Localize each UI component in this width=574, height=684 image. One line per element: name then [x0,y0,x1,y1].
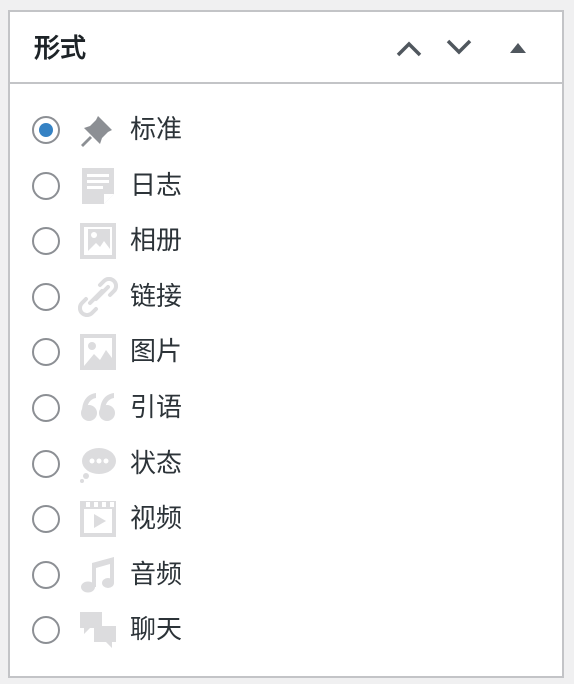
handle-actions [384,28,548,68]
radio-button[interactable] [32,505,60,534]
metabox-title: 形式 [34,34,87,64]
link-icon [78,276,118,317]
radio-button-checked[interactable] [32,116,60,144]
radio-button[interactable] [32,338,60,367]
format-label[interactable]: 标准 [130,110,182,150]
radio-button[interactable] [32,560,60,589]
format-option[interactable]: 相册 [32,221,182,261]
gallery-icon [78,221,118,261]
move-down-button[interactable] [434,28,484,68]
radio-button[interactable] [32,394,60,422]
radio-button[interactable] [32,282,60,311]
radio-dot [39,123,53,137]
format-label[interactable]: 链接 [130,277,182,317]
format-label[interactable]: 图片 [130,332,182,372]
document-icon [78,166,118,206]
format-option[interactable]: 音频 [32,555,182,595]
audio-icon [78,555,118,595]
radio-button[interactable] [32,171,60,200]
format-option[interactable]: 图片 [32,332,182,372]
chevron-up-icon [396,41,422,57]
format-label[interactable]: 状态 [130,444,182,484]
format-option[interactable]: 引语 [32,388,182,428]
toggle-panel-button[interactable] [488,28,548,68]
format-label[interactable]: 日志 [130,166,182,206]
format-option[interactable]: 日志 [32,166,182,206]
format-metabox: 形式 标准日志相册链接图片引语状态视频音频聊天 [8,10,564,678]
status-bubble-icon [78,444,118,484]
radio-button[interactable] [32,227,60,256]
format-option[interactable]: 状态 [32,444,182,484]
format-label[interactable]: 相册 [130,221,182,261]
chevron-down-icon [446,39,472,55]
image-icon [78,332,118,372]
format-label[interactable]: 引语 [130,388,182,428]
format-label[interactable]: 音频 [130,555,182,595]
format-option[interactable]: 链接 [32,276,182,317]
quote-icon [78,388,118,428]
radio-button[interactable] [32,449,60,478]
format-option[interactable]: 标准 [32,110,182,150]
thumbtack-icon [78,110,118,150]
format-label[interactable]: 聊天 [130,610,182,650]
format-option[interactable]: 视频 [32,499,182,539]
triangle-up-icon [510,43,526,53]
radio-button[interactable] [32,616,60,645]
format-label[interactable]: 视频 [130,499,182,539]
metabox-header: 形式 [10,12,562,84]
video-icon [78,499,118,539]
chat-icon [78,610,118,650]
format-option[interactable]: 聊天 [32,610,182,650]
move-up-button[interactable] [384,28,434,68]
